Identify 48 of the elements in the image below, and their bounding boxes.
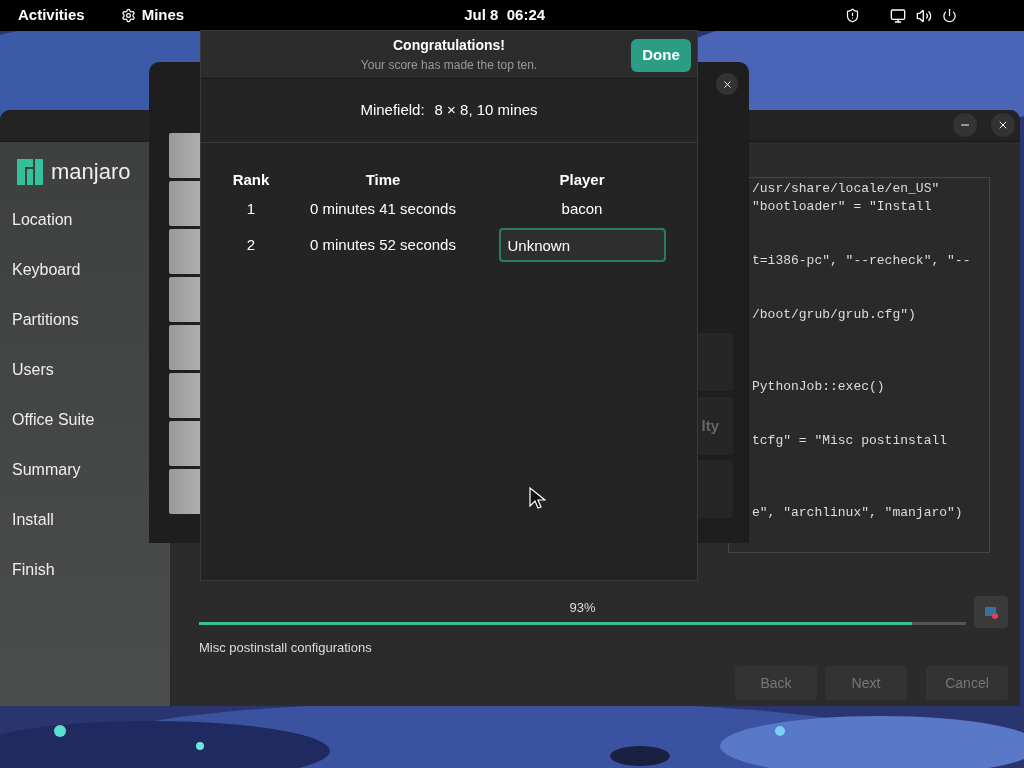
table-cell-text: 0 minutes 52 seconds	[309, 235, 457, 255]
log-line: "bootloader" = "Install	[752, 197, 932, 216]
column-header: Player	[558, 170, 606, 190]
column-header: Rank	[231, 170, 271, 190]
log-line: /boot/grub/grub.cfg")	[752, 305, 916, 324]
step-item: Partitions	[11, 309, 80, 330]
step-item: Office Suite	[11, 409, 96, 430]
progress-reading: 93%	[569, 599, 596, 618]
log-line: t=i386-pc", "--recheck", "--	[752, 251, 971, 270]
minimize-button[interactable]	[953, 113, 977, 138]
step-item: Location	[11, 209, 74, 230]
log-toggle-button[interactable]	[974, 595, 1008, 628]
logo-icon	[17, 158, 43, 185]
table-cell-text: bacon	[561, 198, 603, 219]
table-cell-text: 0 minutes 41 seconds	[309, 199, 457, 219]
mouse-pointer-icon	[529, 487, 546, 509]
dialog-subtitle: Your score has made the top ten.	[360, 57, 538, 74]
close-button[interactable]	[991, 113, 1015, 138]
column-header: Time	[364, 170, 402, 190]
log-line: PythonJob::exec()	[752, 377, 885, 396]
minefield-label: Minefield:	[360, 100, 425, 121]
clock[interactable]: Jul 8 06:24	[464, 4, 546, 27]
status-text: Misc postinstall configurations	[199, 638, 373, 657]
step-item: Finish	[11, 559, 56, 580]
volume-icon[interactable]	[916, 7, 933, 24]
log-line: tcfg" = "Misc postinstall	[752, 431, 948, 450]
power-icon[interactable]	[942, 8, 958, 23]
table-cell-text: 1	[245, 199, 257, 219]
app-menu[interactable]: Mines	[141, 4, 185, 27]
step-item: Users	[11, 359, 55, 380]
terminal-icon	[984, 604, 998, 619]
close-button[interactable]	[716, 73, 738, 95]
player-name-field[interactable]: Unknown	[498, 228, 666, 262]
close-icon	[721, 78, 733, 90]
step-item: Install	[11, 509, 55, 530]
done-button[interactable]: Done	[631, 39, 691, 72]
gear-icon[interactable]	[120, 8, 136, 23]
screen-icon[interactable]	[890, 7, 907, 24]
activities-button[interactable]: Activities	[18, 4, 85, 27]
minefield-value: 8 × 8, 10 mines	[434, 100, 538, 121]
logo-text: manjaro	[51, 158, 131, 186]
step-item: Summary	[11, 459, 82, 480]
table-cell-text: 2	[245, 235, 257, 255]
log-line: /usr/share/locale/en_US"	[752, 179, 940, 198]
log-line: e", "archlinux", "manjaro")	[752, 503, 963, 522]
dialog-title: Congratulations!	[393, 36, 505, 55]
step-item: Keyboard	[11, 259, 82, 280]
shield-icon[interactable]	[845, 8, 861, 23]
